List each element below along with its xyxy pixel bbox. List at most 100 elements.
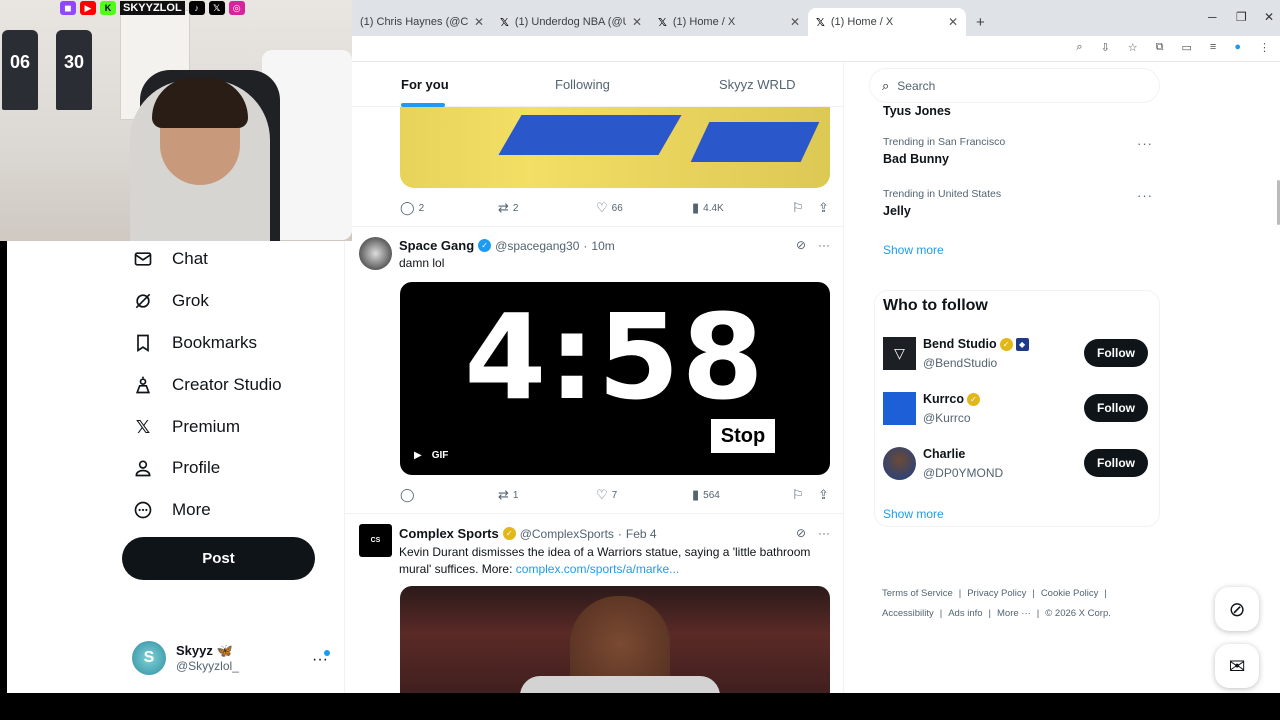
- trend-item[interactable]: Trending in United States Jelly ···: [883, 188, 1153, 218]
- new-tab-button[interactable]: +: [968, 8, 996, 36]
- play-icon[interactable]: ▶: [414, 450, 422, 461]
- repost-button[interactable]: ⇄ 2: [498, 200, 518, 216]
- tab-for-you[interactable]: For you: [401, 77, 449, 92]
- avatar[interactable]: [883, 392, 916, 425]
- install-icon[interactable]: ⇩: [1101, 41, 1110, 54]
- search-input[interactable]: ⌕ Search: [869, 68, 1160, 103]
- sidebar-item-profile[interactable]: Profile: [132, 452, 220, 484]
- bookmark-icon: ⚐: [792, 487, 804, 502]
- sidepanel-icon[interactable]: ▭: [1182, 41, 1192, 54]
- browser-tab[interactable]: (1) Chris Haynes (@ChrisBHayn ✕: [352, 8, 492, 36]
- repost-button[interactable]: ⇄ 1: [498, 487, 518, 503]
- sidebar-item-grok[interactable]: Grok: [132, 285, 209, 317]
- tweet-media[interactable]: [400, 107, 830, 188]
- tweet-author-name[interactable]: Space Gang: [399, 238, 474, 253]
- tab-following[interactable]: Following: [555, 77, 610, 92]
- chat-fab[interactable]: ✉: [1215, 644, 1259, 688]
- close-icon[interactable]: ✕: [474, 15, 484, 29]
- tweet-image[interactable]: [400, 586, 830, 693]
- avatar[interactable]: ▽: [883, 337, 916, 370]
- menu-icon[interactable]: ⋮: [1259, 41, 1270, 54]
- tweet-link[interactable]: complex.com/sports/a/marke...: [516, 562, 679, 576]
- tweet-author-name[interactable]: Complex Sports: [399, 526, 499, 541]
- minimize-icon[interactable]: ─: [1208, 10, 1217, 24]
- tiktok-icon: ♪: [188, 1, 205, 15]
- trends-show-more-link[interactable]: Show more: [883, 243, 944, 257]
- share-button[interactable]: ⇪: [818, 200, 829, 216]
- post-button[interactable]: Post: [122, 537, 315, 580]
- tab-search-icon[interactable]: ≡: [1210, 41, 1216, 54]
- person-icon: [132, 457, 154, 479]
- reply-button[interactable]: ◯: [400, 487, 419, 503]
- browser-tab-active[interactable]: 𝕏 (1) Home / X ✕: [808, 8, 966, 36]
- footer-link[interactable]: Cookie Policy: [1041, 588, 1099, 599]
- footer-link[interactable]: Accessibility: [882, 608, 934, 619]
- tweet-author-handle[interactable]: @ComplexSports: [520, 527, 614, 541]
- tab-skyyz-wrld[interactable]: Skyyz WRLD: [719, 77, 796, 92]
- follow-button[interactable]: Follow: [1084, 449, 1148, 477]
- sidebar-item-premium[interactable]: 𝕏 Premium: [132, 411, 240, 443]
- bookmark-button[interactable]: ⚐: [792, 200, 804, 216]
- footer-link[interactable]: Terms of Service: [882, 588, 953, 599]
- follow-suggestion[interactable]: ▽ Bend Studio ✓ ◆ @BendStudio Follow: [883, 337, 1148, 373]
- close-icon[interactable]: ✕: [790, 15, 800, 29]
- footer-link[interactable]: Privacy Policy: [967, 588, 1026, 599]
- views-button[interactable]: ▮ 564: [692, 487, 720, 503]
- heart-icon: ♡: [596, 487, 608, 502]
- avatar: S: [132, 641, 166, 675]
- more-icon[interactable]: ···: [1137, 188, 1153, 203]
- grok-fab[interactable]: ⊘: [1215, 587, 1259, 631]
- footer-links: Terms of Service | Privacy Policy | Cookie…: [882, 588, 1107, 599]
- avatar[interactable]: [883, 447, 916, 480]
- follow-show-more-link[interactable]: Show more: [883, 507, 944, 521]
- footer-link[interactable]: More ···: [997, 608, 1031, 619]
- share-button[interactable]: ⇪: [818, 487, 829, 503]
- sidebar-item-creator-studio[interactable]: Creator Studio: [132, 369, 282, 401]
- account-switcher[interactable]: S Skyyz 🦋 @Skyyzlol_: [132, 641, 239, 675]
- sidebar-item-bookmarks[interactable]: Bookmarks: [132, 327, 257, 359]
- follow-button[interactable]: Follow: [1084, 339, 1148, 367]
- browser-tab[interactable]: 𝕏 (1) Underdog NBA (@Underdo ✕: [492, 8, 650, 36]
- tweet-time[interactable]: 10m: [591, 239, 614, 253]
- more-icon[interactable]: ···: [1137, 136, 1153, 151]
- avatar[interactable]: [359, 237, 392, 270]
- like-button[interactable]: ♡ 7: [596, 487, 617, 503]
- bookmark-button[interactable]: ⚐: [792, 487, 804, 503]
- zoom-icon[interactable]: ⌕: [1076, 41, 1082, 54]
- heart-icon: ♡: [596, 200, 608, 215]
- notification-dot: [324, 650, 330, 656]
- footer-link[interactable]: Ads info: [948, 608, 982, 619]
- star-icon[interactable]: ☆: [1128, 41, 1138, 54]
- tweet-time[interactable]: Feb 4: [626, 527, 657, 541]
- extensions-icon[interactable]: ⧉: [1156, 41, 1164, 54]
- browser-tab[interactable]: 𝕏 (1) Home / X ✕: [650, 8, 808, 36]
- more-icon[interactable]: ···: [818, 238, 830, 252]
- more-icon[interactable]: ···: [818, 526, 830, 540]
- x-logo-icon: 𝕏: [135, 416, 151, 437]
- follow-suggestion[interactable]: Kurrco ✓ @Kurrco Follow: [883, 392, 1148, 428]
- follow-suggestion[interactable]: Charlie @DP0YMOND Follow: [883, 447, 1148, 483]
- tweet-gif[interactable]: 4:58 Stop ▶ GIF: [400, 282, 830, 475]
- close-icon[interactable]: ✕: [948, 15, 958, 29]
- like-button[interactable]: ♡ 66: [596, 200, 623, 216]
- reply-button[interactable]: ◯ 2: [400, 200, 424, 216]
- tweet-author-handle[interactable]: @spacegang30: [495, 239, 579, 253]
- avatar[interactable]: CS: [359, 524, 392, 557]
- grok-icon[interactable]: ⊘: [796, 238, 806, 252]
- timeline-tabs: For you Following Skyyz WRLD: [345, 62, 843, 107]
- window-close-icon[interactable]: ✕: [1264, 10, 1274, 24]
- follow-button[interactable]: Follow: [1084, 394, 1148, 422]
- search-icon: ⌕: [882, 77, 890, 93]
- sidebar-item-label: Bookmarks: [172, 333, 258, 352]
- sidebar-item-chat[interactable]: Chat: [132, 243, 208, 275]
- restore-icon[interactable]: ❐: [1236, 10, 1247, 24]
- profile-icon[interactable]: ●: [1234, 41, 1241, 54]
- search-placeholder: Search: [897, 78, 936, 93]
- trend-item[interactable]: Trending in San Francisco Bad Bunny ···: [883, 136, 1153, 166]
- sidebar-item-more[interactable]: More: [132, 494, 211, 526]
- grok-icon[interactable]: ⊘: [796, 526, 806, 540]
- footer-separator: |: [1036, 608, 1040, 619]
- separator: ·: [617, 526, 622, 541]
- close-icon[interactable]: ✕: [632, 15, 642, 29]
- views-button[interactable]: ▮ 4.4K: [692, 200, 724, 216]
